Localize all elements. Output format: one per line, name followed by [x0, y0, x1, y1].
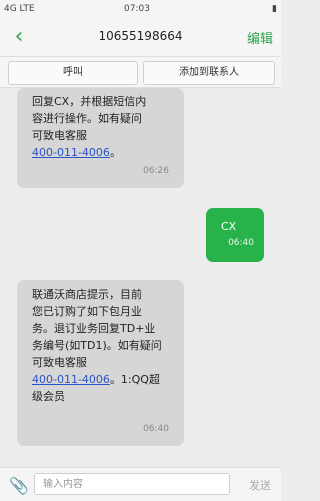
status-bar: 4G LTE 07:03 ▮ [0, 0, 281, 18]
send-button[interactable]: 发送 [249, 477, 271, 493]
battery-icon: ▮ [272, 4, 277, 14]
phone-link[interactable]: 400-011-4006 [32, 146, 110, 159]
message-time: 06:26 [143, 166, 169, 176]
message-bubble[interactable]: 联通沃商店提示，目前 您已订购了如下包月业 务。退订业务回复TD+业 务编号(如… [17, 280, 184, 446]
signal-indicator: 4G LTE [4, 4, 35, 14]
call-button[interactable]: 呼叫 [8, 61, 138, 85]
message-bubble[interactable]: 回复CX，并根据短信内 容进行操作。如有疑问 可致电客服 400-011-400… [17, 88, 184, 188]
message-time: 06:40 [143, 424, 169, 434]
message-text: CX [221, 220, 237, 233]
message-text: 回复CX，并根据短信内 容进行操作。如有疑问 可致电客服 [32, 95, 147, 142]
action-bar: 呼叫 添加到联系人 [0, 57, 281, 88]
add-to-contacts-button[interactable]: 添加到联系人 [143, 61, 275, 85]
edit-button[interactable]: 编辑 [247, 28, 273, 47]
composer-bar: 📎 输入内容 发送 [0, 467, 281, 501]
page-title: 10655198664 [98, 29, 183, 43]
attachment-icon[interactable]: 📎 [9, 476, 29, 495]
message-text: 联通沃商店提示，目前 您已订购了如下包月业 务。退订业务回复TD+业 务编号(如… [32, 288, 162, 369]
title-bar: ‹ 10655198664 编辑 [0, 18, 281, 57]
phone-link[interactable]: 400-011-4006 [32, 373, 110, 386]
message-bubble[interactable]: CX 06:40 [206, 208, 264, 262]
clock: 07:03 [124, 4, 150, 14]
message-input[interactable]: 输入内容 [34, 473, 230, 495]
message-text-suffix: 。 [109, 146, 121, 159]
message-time: 06:40 [228, 238, 254, 248]
